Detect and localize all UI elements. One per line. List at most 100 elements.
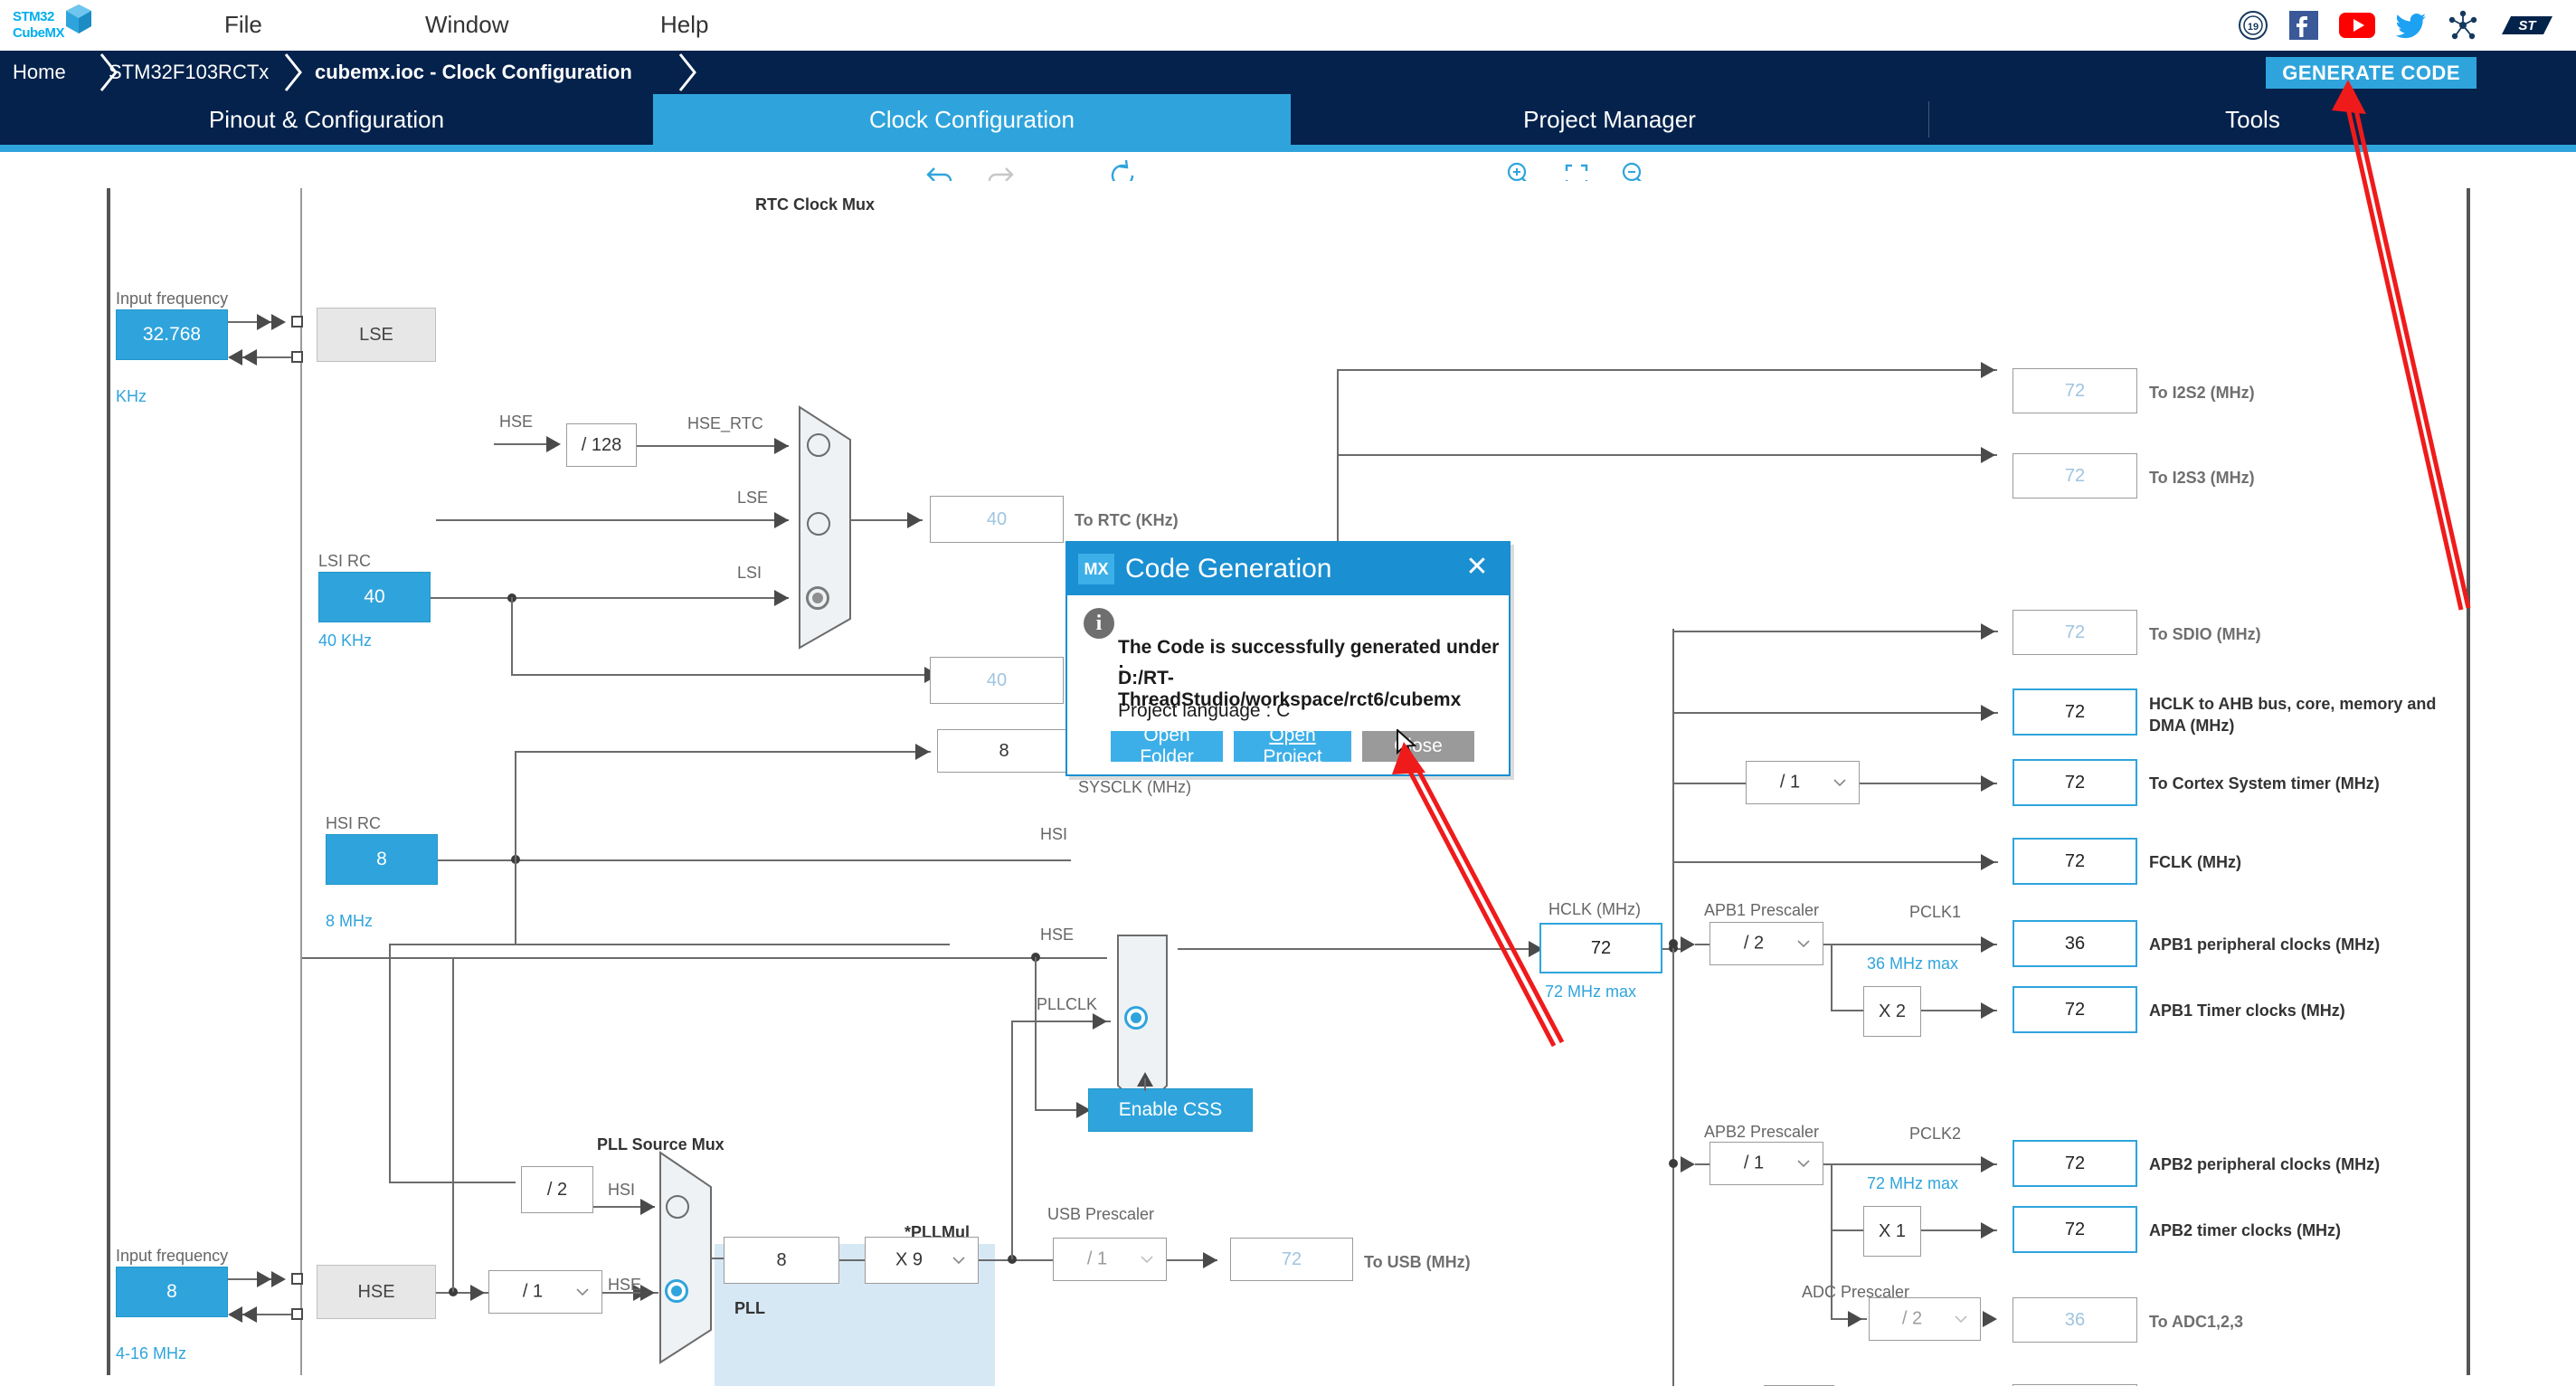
dialog-title-bar: MX Code Generation ✕ — [1067, 543, 1509, 595]
tab-pinout-configuration[interactable]: Pinout & Configuration — [0, 94, 653, 145]
output-label-i2s3: To I2S3 (MHz) — [2149, 469, 2255, 487]
svg-text:ST: ST — [2518, 18, 2537, 33]
wire-hclk-bus — [1672, 629, 1674, 1386]
wire-lsi-down — [511, 597, 513, 676]
twitter-icon[interactable] — [2395, 11, 2428, 40]
wire-hsi-to-div2 — [389, 944, 950, 945]
arrow-lse-out-a — [228, 349, 242, 365]
open-project-button[interactable]: Open Project — [1234, 725, 1351, 767]
open-folder-button[interactable]: Open Folder — [1111, 725, 1223, 767]
sysclk-label: SYSCLK (MHz) — [1078, 778, 1192, 796]
chevron-down-icon-pllmul — [952, 1257, 965, 1264]
community-icon[interactable] — [2448, 10, 2478, 41]
menu-file[interactable]: File — [224, 11, 262, 39]
arrow-hsertc-to-mux — [774, 438, 789, 454]
wire-pll-up-to-sysclkmux — [1011, 1021, 1013, 1259]
output-label-adc: To ADC1,2,3 — [2149, 1313, 2244, 1331]
sysclk-mux-option-pllclk[interactable] — [1124, 1006, 1148, 1030]
rtc-lse-label: LSE — [737, 489, 769, 507]
breadcrumb-device[interactable]: STM32F103RCTx — [109, 51, 269, 94]
youtube-icon[interactable] — [2339, 12, 2375, 39]
arrow-lse-in-a — [257, 314, 271, 330]
wire-apb2-to-adc — [1831, 1229, 1833, 1320]
wire-hse-to-sysclkmux — [302, 957, 1107, 959]
pll-mux-option-hsi[interactable] — [666, 1195, 689, 1219]
rtc-hse-div128-box: / 128 — [566, 423, 637, 467]
sysclk-mux-hse-label: HSE — [1040, 926, 1075, 944]
clock-tree-canvas[interactable]: Input frequency 32.768 KHz LSE LSI RC 40… — [0, 181, 2576, 1386]
cortex-prescaler-select[interactable]: / 1 — [1746, 761, 1860, 804]
apb1-timer-mul-box: X 2 — [1863, 986, 1921, 1037]
arrow-rtcmux-out — [907, 512, 922, 528]
output-label-fclk: FCLK (MHz) — [2149, 853, 2241, 871]
pllmul-select[interactable]: X 9 — [865, 1237, 979, 1284]
arrow-lse-out-b — [242, 349, 257, 365]
breadcrumb-chevron-icon-2 — [284, 53, 302, 91]
usb-prescaler-title: USB Prescaler — [1047, 1205, 1155, 1223]
breadcrumb-current-page: cubemx.ioc - Clock Configuration — [315, 61, 632, 83]
junction-apb2-tap — [1669, 1159, 1678, 1168]
lse-oscillator-box[interactable]: LSE — [317, 308, 436, 362]
arrow-hse-out-b — [242, 1306, 257, 1323]
lse-input-frequency-field[interactable]: 32.768 — [116, 309, 228, 360]
usb-prescaler-select[interactable]: / 1 — [1053, 1238, 1167, 1281]
rtc-mux-option-lsi[interactable] — [806, 586, 829, 610]
output-box-i2s2: 72 — [2012, 368, 2137, 413]
facebook-icon[interactable] — [2288, 10, 2319, 41]
output-box-apb2-timer: 72 — [2012, 1206, 2137, 1253]
st-logo-icon[interactable]: ST — [2498, 11, 2556, 40]
output-label-apb2-peripheral: APB2 peripheral clocks (MHz) — [2149, 1155, 2381, 1173]
rtc-mux-option-lse[interactable] — [807, 512, 830, 536]
rtc-hse-rtc-label: HSE_RTC — [687, 414, 763, 432]
tab-underline — [0, 145, 2576, 152]
rtc-hse-label: HSE — [499, 413, 534, 431]
adc-prescaler-select[interactable]: / 2 — [1869, 1297, 1981, 1341]
enable-css-button[interactable]: Enable CSS — [1088, 1088, 1253, 1132]
lsi-rc-value-field[interactable]: 40 — [318, 572, 431, 622]
apb1-prescaler-select[interactable]: / 2 — [1709, 922, 1823, 965]
arrow-hsi-to-sysclkval — [915, 744, 930, 760]
logo-line-2: CubeMX — [13, 25, 65, 41]
hse-divider-select[interactable]: / 1 — [488, 1270, 602, 1314]
generate-code-button[interactable]: GENERATE CODE — [2266, 57, 2477, 89]
wire-hse-to-div — [436, 1292, 494, 1294]
arrow-apb2-timer — [1981, 1222, 1995, 1239]
apb2-prescaler-select[interactable]: / 1 — [1709, 1142, 1823, 1185]
hclk-max-label: 72 MHz max — [1545, 983, 1637, 1001]
apb1-max-label: 36 MHz max — [1867, 954, 1959, 973]
junction-apb1-tap — [1669, 939, 1678, 948]
menu-window[interactable]: Window — [425, 11, 508, 39]
tab-tools[interactable]: Tools — [1929, 94, 2576, 145]
wire-hclk-to-cortexpre — [1672, 783, 1746, 784]
tab-clock-configuration[interactable]: Clock Configuration — [653, 94, 1291, 145]
top-right-icon-group: 19 ST — [2238, 7, 2556, 43]
svg-text:19: 19 — [2248, 22, 2259, 33]
stm32cubemx-logo: STM32 CubeMX — [11, 2, 94, 49]
tab-project-manager[interactable]: Project Manager — [1291, 94, 1928, 145]
menu-help[interactable]: Help — [660, 11, 708, 39]
arrow-hclk-to-apb2pre — [1681, 1156, 1695, 1172]
hsi-rc-value-field[interactable]: 8 — [326, 834, 438, 885]
wire-to-i2s2 — [1337, 369, 1997, 371]
hse-oscillator-box[interactable]: HSE — [317, 1265, 436, 1319]
wire-apb1pre-in — [1695, 944, 1709, 945]
pll-input-box: 8 — [724, 1237, 839, 1284]
anniversary-icon[interactable]: 19 — [2238, 10, 2268, 41]
wire-hsertc-to-mux — [637, 445, 789, 447]
hse-input-frequency-field[interactable]: 8 — [116, 1267, 228, 1317]
output-label-hclk-ahb: HCLK to AHB bus, core, memory and DMA (M… — [2149, 695, 2437, 735]
rtc-mux-option-hse-rtc[interactable] — [807, 433, 830, 457]
to-iwdg-value-box: 40 — [930, 657, 1064, 704]
lse-unit-label: KHz — [116, 387, 147, 405]
breadcrumb-home[interactable]: Home — [13, 51, 66, 94]
output-label-sdio-top: To SDIO (MHz) — [2149, 625, 2261, 643]
canvas-right-rule — [2467, 188, 2470, 1375]
lse-input-frequency-label: Input frequency — [116, 290, 229, 308]
wire-apb2pre-in — [1695, 1163, 1709, 1165]
arrow-lse-to-rtcmux — [774, 512, 789, 528]
close-icon[interactable]: ✕ — [1462, 552, 1492, 583]
wire-hsi-up — [515, 753, 516, 860]
code-generation-dialog: MX Code Generation ✕ i The Code is succe… — [1065, 541, 1511, 776]
arrow-lsi-to-rtcmux — [774, 590, 789, 606]
pll-mux-option-hse[interactable] — [665, 1279, 688, 1303]
